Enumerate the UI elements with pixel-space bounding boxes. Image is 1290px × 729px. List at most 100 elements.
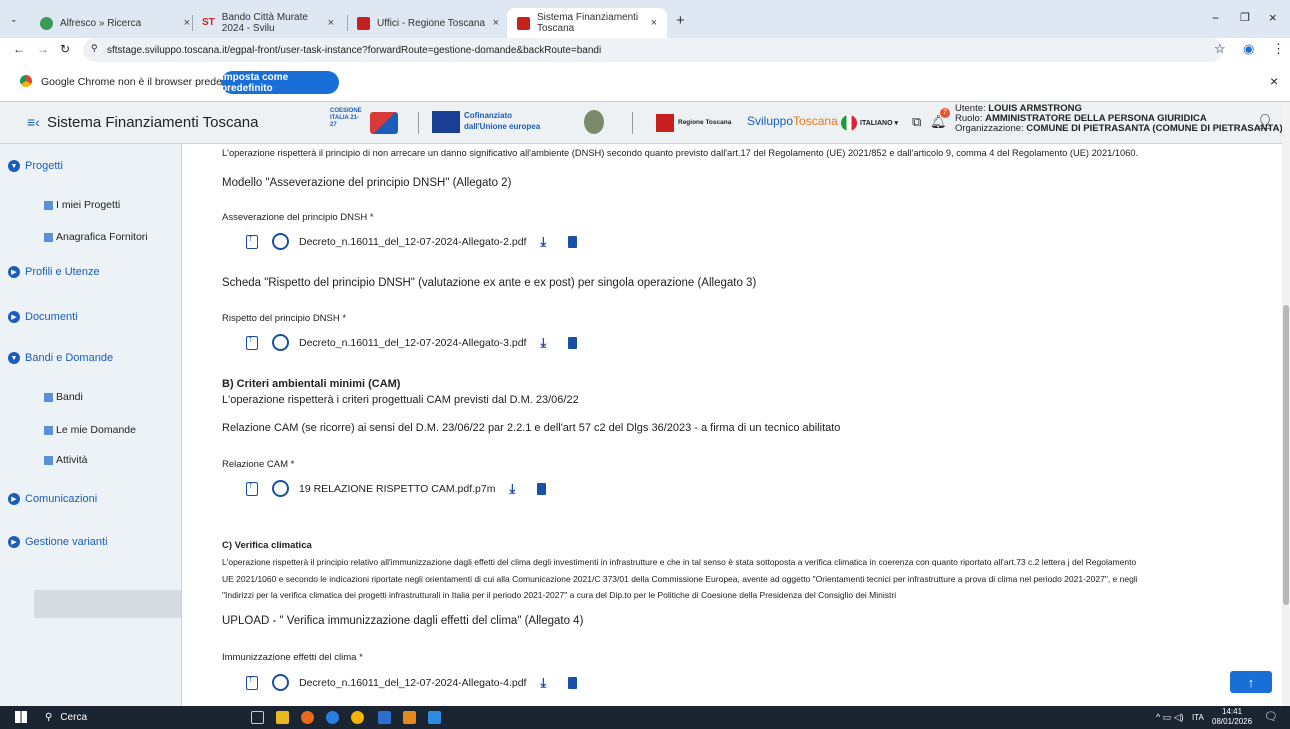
sidebar: ▼ Progetti I miei Progetti Anagrafica For… — [0, 144, 182, 706]
back-icon[interactable]: ← — [13, 42, 25, 56]
profile-icon[interactable]: ◉ — [1243, 41, 1254, 57]
download-icon[interactable]: ⤓ — [540, 234, 546, 250]
download-icon[interactable]: ⤓ — [540, 335, 546, 351]
app-title: Sistema Finanziamenti Toscana — [47, 114, 259, 131]
clima-text-2: UE 2021/1060 e secondo le indicazioni ri… — [222, 574, 1138, 584]
upload-icon[interactable] — [246, 674, 258, 690]
clock-date[interactable]: 08/01/2026 — [1212, 717, 1252, 726]
language-indicator[interactable]: ITA — [1192, 713, 1204, 722]
close-icon[interactable]: × — [328, 17, 334, 29]
forward-icon[interactable]: → — [37, 42, 49, 56]
sidebar-item-documenti[interactable]: ▶ Documenti — [8, 311, 78, 323]
sidebar-item-mie-domande[interactable]: Le mie Domande — [44, 424, 136, 436]
site-info-icon[interactable]: ⚲ — [91, 43, 98, 54]
address-bar[interactable]: ⚲ sftstage.sviluppo.toscana.it/egpal-fro… — [83, 38, 1223, 62]
file-name[interactable]: Decreto_n.16011_del_12-07-2024-Allegato-… — [299, 337, 526, 349]
scroll-to-top-button[interactable]: ↑ — [1230, 671, 1272, 693]
chrome-icon — [20, 75, 32, 87]
upload-icon[interactable] — [246, 233, 258, 249]
window-close-icon[interactable]: × — [1269, 10, 1277, 25]
file-row: Decreto_n.16011_del_12-07-2024-Allegato-… — [246, 674, 578, 691]
menu-dots-icon[interactable]: ⋮ — [1272, 41, 1285, 57]
user-account-icon[interactable]: 👤︎ — [1256, 113, 1274, 130]
restore-icon[interactable]: ❐ — [1240, 11, 1250, 24]
regione-favicon — [357, 16, 370, 30]
sidebar-item-comunicazioni[interactable]: ▶ Comunicazioni — [8, 493, 97, 505]
new-tab-button[interactable]: + — [676, 12, 685, 29]
field-label: Immunizzazione effetti del clima * — [222, 652, 363, 663]
file-name[interactable]: 19 RELAZIONE RISPETTO CAM.pdf.p7m — [299, 483, 495, 495]
clock-time[interactable]: 14:41 — [1222, 707, 1242, 716]
tab-label: Uffici - Regione Toscana — [377, 17, 486, 29]
zimbra-icon[interactable] — [378, 711, 391, 724]
chevron-right-icon: ▶ — [8, 311, 20, 323]
regione-toscana-logo: Regione Toscana — [656, 114, 736, 134]
minimize-icon[interactable]: − — [1212, 11, 1219, 25]
reload-icon[interactable]: ↻ — [60, 42, 70, 56]
tab-uffici[interactable]: Uffici - Regione Toscana × — [347, 8, 509, 38]
set-default-button[interactable]: Imposta come predefinito — [221, 71, 339, 94]
windows-start-icon[interactable] — [15, 711, 27, 723]
sidebar-item-bandi[interactable]: Bandi — [44, 391, 83, 403]
notifications-icon[interactable]: 🗨︎ — [1264, 710, 1278, 723]
trash-icon[interactable] — [568, 676, 578, 689]
firefox-icon[interactable] — [301, 711, 314, 724]
app-icon[interactable] — [428, 711, 441, 724]
tab-bando[interactable]: ST Bando Città Murate 2024 - Svilu × — [192, 8, 344, 38]
infobar-close-icon[interactable]: × — [1270, 73, 1278, 89]
dnsh-text: L'operazione rispetterà il principio di … — [222, 148, 1139, 158]
section-heading: Modello "Asseverazione del principio DNS… — [222, 177, 512, 189]
section-heading: UPLOAD - " Verifica immunizzazione dagli… — [222, 615, 584, 627]
tab-sistema-finanziamenti[interactable]: Sistema Finanziamenti Toscana × — [507, 8, 667, 38]
app-header: ≡‹ Sistema Finanziamenti Toscana COESION… — [0, 102, 1290, 144]
sidebar-item-miei-progetti[interactable]: I miei Progetti — [44, 199, 120, 211]
menu-toggle-icon[interactable]: ≡‹ — [27, 114, 40, 130]
select-radio[interactable] — [272, 480, 289, 497]
bookmark-star-icon[interactable]: ☆ — [1214, 41, 1226, 57]
eu-cofinanced-logo: Cofinanziato dall'Unione europea — [432, 108, 542, 138]
trash-icon[interactable] — [568, 235, 578, 248]
field-label: Asseverazione del principio DNSH * — [222, 212, 374, 223]
app-icon[interactable] — [403, 711, 416, 724]
page-scrollbar[interactable] — [1282, 102, 1290, 706]
upload-icon[interactable] — [246, 480, 258, 496]
file-explorer-icon[interactable] — [276, 711, 289, 724]
tray-icons[interactable]: ^ ▭ ◁) — [1156, 712, 1184, 723]
select-radio[interactable] — [272, 334, 289, 351]
chevron-right-icon: ▶ — [8, 266, 20, 278]
select-radio[interactable] — [272, 674, 289, 691]
sidebar-item-attivita[interactable]: Attività — [44, 454, 88, 466]
taskbar-search[interactable]: ⚲ Cerca — [45, 706, 225, 729]
close-icon[interactable]: × — [493, 17, 499, 29]
chevron-down-icon: ▼ — [8, 352, 20, 364]
download-icon[interactable]: ⤓ — [540, 675, 546, 691]
browser-tab-strip: ⌄ Alfresco » Ricerca × ST Bando Città Mu… — [0, 0, 1290, 38]
tab-label: Bando Città Murate 2024 - Svilu — [221, 12, 308, 34]
task-view-icon[interactable] — [251, 711, 264, 724]
tab-search-icon[interactable]: ⌄ — [10, 14, 18, 25]
sidebar-item-bandi-domande[interactable]: ▼ Bandi e Domande — [8, 352, 113, 364]
sidebar-item-varianti[interactable]: ▶ Gestione varianti — [8, 536, 108, 548]
close-icon[interactable]: × — [184, 17, 190, 29]
close-icon[interactable]: × — [651, 17, 657, 29]
sidebar-item-fornitori[interactable]: Anagrafica Fornitori — [44, 231, 148, 243]
file-name[interactable]: Decreto_n.16011_del_12-07-2024-Allegato-… — [299, 677, 526, 689]
upload-icon[interactable] — [246, 334, 258, 350]
tab-alfresco[interactable]: Alfresco » Ricerca × — [30, 8, 200, 38]
trash-icon[interactable] — [568, 336, 578, 349]
file-name[interactable]: Decreto_n.16011_del_12-07-2024-Allegato-… — [299, 236, 526, 248]
cam-title: B) Criteri ambientali minimi (CAM) — [222, 378, 401, 390]
sidebar-item-profili[interactable]: ▶ Profili e Utenze — [8, 266, 100, 278]
scrollbar-thumb[interactable] — [1283, 305, 1289, 605]
download-icon[interactable]: ⤓ — [509, 481, 515, 497]
tab-label: Alfresco » Ricerca — [60, 17, 142, 29]
language-select[interactable]: ITALIANO ▾ — [841, 115, 898, 131]
app-icon[interactable] — [326, 711, 339, 724]
switch-org-icon[interactable]: ⧉ — [912, 114, 921, 130]
clima-text-3: "Indirizzi per la verifica climatica dei… — [222, 590, 897, 600]
trash-icon[interactable] — [537, 482, 547, 495]
chrome-taskbar-icon[interactable] — [351, 711, 364, 724]
browser-toolbar: ← → ↻ ⚲ sftstage.sviluppo.toscana.it/egp… — [0, 38, 1290, 62]
select-radio[interactable] — [272, 233, 289, 250]
sidebar-item-progetti[interactable]: ▼ Progetti — [8, 160, 63, 172]
